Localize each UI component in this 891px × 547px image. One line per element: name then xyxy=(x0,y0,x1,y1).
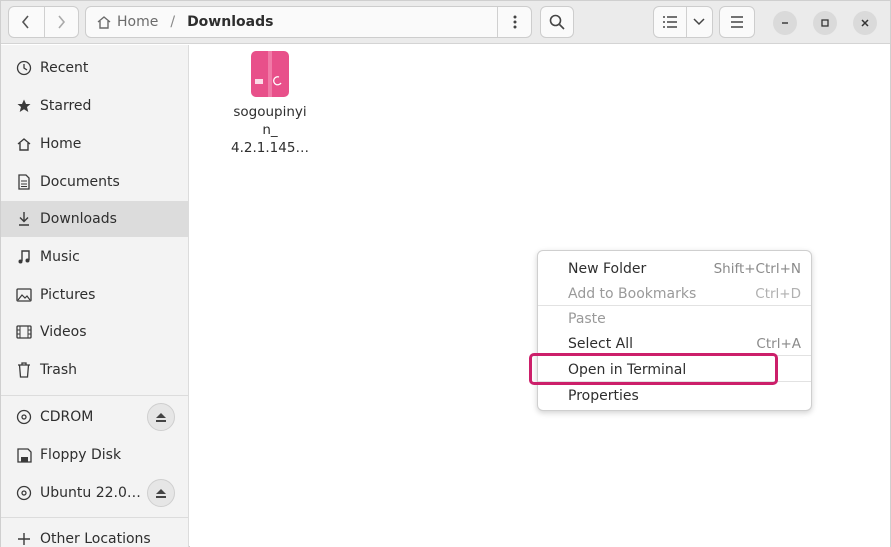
chevron-right-icon xyxy=(58,15,66,29)
sidebar-item-ubuntu-volume[interactable]: Ubuntu 22.0… xyxy=(1,475,189,511)
maximize-icon xyxy=(821,19,829,27)
sidebar-item-home[interactable]: Home xyxy=(1,126,189,162)
sidebar-item-label: Other Locations xyxy=(40,531,151,547)
sidebar-item-label: Documents xyxy=(40,174,120,190)
menu-item-shortcut: Ctrl+A xyxy=(756,335,801,352)
sidebar-item-label: Floppy Disk xyxy=(40,447,122,463)
chevron-left-icon xyxy=(22,15,29,29)
sidebar-item-label: Home xyxy=(40,136,82,152)
picture-icon xyxy=(15,288,33,302)
list-view-icon xyxy=(662,16,677,28)
close-button[interactable] xyxy=(853,11,877,35)
music-note-icon xyxy=(15,249,33,265)
star-icon xyxy=(15,98,33,114)
sidebar: Recent Starred Home Documents Downloads … xyxy=(1,45,189,547)
sidebar-item-floppy-disk[interactable]: Floppy Disk xyxy=(1,437,189,473)
sidebar-item-cdrom[interactable]: CDROM xyxy=(1,399,189,435)
sidebar-item-label: Videos xyxy=(40,324,87,340)
kebab-menu-icon xyxy=(513,15,516,29)
search-icon xyxy=(549,14,565,30)
menu-item-label: Properties xyxy=(568,387,639,404)
sidebar-item-label: Downloads xyxy=(40,211,117,227)
menu-item-shortcut: Ctrl+D xyxy=(755,285,801,302)
chevron-down-icon xyxy=(693,18,705,26)
view-options-button[interactable] xyxy=(685,7,712,37)
sidebar-item-music[interactable]: Music xyxy=(1,239,189,275)
path-menu-button[interactable] xyxy=(497,7,531,37)
menu-item-label: Paste xyxy=(568,310,606,327)
sidebar-item-label: Music xyxy=(40,249,80,265)
download-icon xyxy=(15,211,33,227)
document-icon xyxy=(15,174,33,190)
breadcrumb-current[interactable]: Downloads xyxy=(187,14,273,30)
eject-ubuntu-button[interactable] xyxy=(147,479,175,507)
header-bar: Home / Downloads xyxy=(1,1,890,44)
eject-cdrom-button[interactable] xyxy=(147,403,175,431)
minimize-button[interactable] xyxy=(773,11,797,35)
menu-item-label: Add to Bookmarks xyxy=(568,285,697,302)
file-item[interactable]: sogoupinyi n_ 4.2.1.145… xyxy=(226,51,314,157)
main-menu-button[interactable] xyxy=(719,6,755,38)
debian-package-icon xyxy=(251,51,289,97)
trash-icon xyxy=(15,362,33,378)
list-view-button[interactable] xyxy=(654,7,686,37)
sidebar-item-documents[interactable]: Documents xyxy=(1,164,189,200)
sidebar-item-label: CDROM xyxy=(40,409,94,425)
breadcrumb-home-label: Home xyxy=(117,14,159,30)
eject-icon xyxy=(156,488,166,498)
sidebar-item-label: Trash xyxy=(40,362,77,378)
sidebar-item-label: Pictures xyxy=(40,287,96,303)
file-name: sogoupinyi n_ 4.2.1.145… xyxy=(231,104,309,156)
sidebar-item-starred[interactable]: Starred xyxy=(1,88,189,124)
search-button[interactable] xyxy=(540,6,574,38)
view-buttons xyxy=(653,6,713,38)
menu-item-label: Select All xyxy=(568,335,633,352)
sidebar-item-recent[interactable]: Recent xyxy=(1,50,189,86)
back-button[interactable] xyxy=(9,7,44,37)
home-icon xyxy=(15,137,33,152)
menu-item-new-folder[interactable]: New Folder Shift+Ctrl+N xyxy=(538,256,811,281)
highlight-annotation xyxy=(529,353,778,385)
menu-item-properties[interactable]: Properties xyxy=(538,383,811,408)
context-menu: New Folder Shift+Ctrl+N Add to Bookmarks… xyxy=(537,250,812,411)
clock-icon xyxy=(15,60,33,76)
home-icon xyxy=(97,15,111,29)
sidebar-item-trash[interactable]: Trash xyxy=(1,352,189,388)
file-manager-window: Home / Downloads Recent Starred Home Doc… xyxy=(0,0,891,547)
film-icon xyxy=(15,325,33,339)
sidebar-item-downloads[interactable]: Downloads xyxy=(1,201,189,237)
forward-button[interactable] xyxy=(43,7,79,37)
sidebar-item-pictures[interactable]: Pictures xyxy=(1,277,189,313)
breadcrumb-separator: / xyxy=(170,14,176,30)
floppy-icon xyxy=(15,447,33,463)
plus-icon xyxy=(15,532,33,546)
sidebar-item-videos[interactable]: Videos xyxy=(1,314,189,350)
disc-icon xyxy=(15,409,33,425)
disc-icon xyxy=(15,485,33,501)
sidebar-item-label: Starred xyxy=(40,98,92,114)
path-bar: Home / Downloads xyxy=(85,6,532,38)
sidebar-item-label: Recent xyxy=(40,60,89,76)
sidebar-item-other-locations[interactable]: Other Locations xyxy=(1,521,189,547)
navigation-buttons xyxy=(8,6,79,38)
breadcrumb-home[interactable]: Home xyxy=(86,14,158,30)
menu-item-add-to-bookmarks[interactable]: Add to Bookmarks Ctrl+D xyxy=(538,281,811,306)
sidebar-separator xyxy=(1,395,189,396)
eject-icon xyxy=(156,412,166,422)
menu-item-label: New Folder xyxy=(568,260,647,277)
hamburger-menu-icon xyxy=(731,16,743,28)
menu-item-paste[interactable]: Paste xyxy=(538,306,811,331)
close-icon xyxy=(861,19,869,27)
menu-item-shortcut: Shift+Ctrl+N xyxy=(713,260,801,277)
minimize-icon xyxy=(782,22,788,24)
maximize-button[interactable] xyxy=(813,11,837,35)
sidebar-separator xyxy=(1,517,189,518)
sidebar-item-label: Ubuntu 22.0… xyxy=(40,485,141,501)
